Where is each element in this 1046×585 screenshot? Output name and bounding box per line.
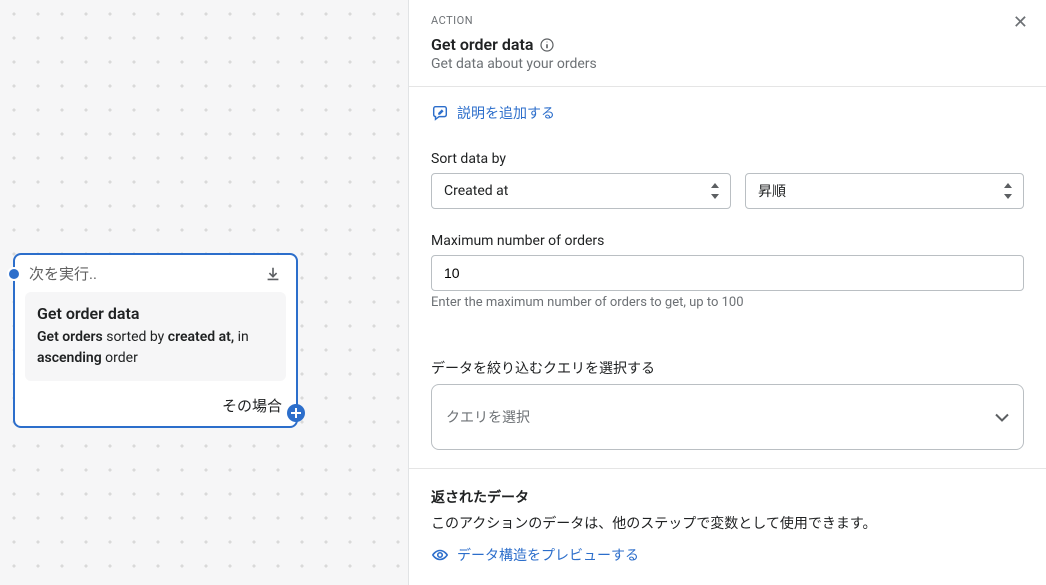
returned-description: このアクションのデータは、他のステップで変数として使用できます。 [431,513,1024,533]
panel-header: ACTION Get order data Get data about you… [409,0,1046,86]
panel-subtitle: Get data about your orders [431,56,1024,72]
node-title: Get order data [37,304,274,323]
download-icon[interactable] [264,265,282,283]
preview-link-label: データ構造をプレビューする [457,545,639,565]
max-label: Maximum number of orders [431,233,1024,249]
node-description: Get orders sorted by created at, in asce… [37,327,274,369]
preview-structure-link[interactable]: データ構造をプレビューする [431,545,1024,565]
query-section: データを絞り込むクエリを選択する クエリを選択 [409,328,1046,468]
node-header-label: 次を実行.. [29,263,97,284]
panel-title: Get order data [431,35,533,54]
query-label: データを絞り込むクエリを選択する [431,358,1024,378]
add-step-button[interactable] [287,404,305,422]
node-header: 次を実行.. [15,255,296,292]
node-input-port[interactable] [7,267,21,281]
comment-icon [431,104,449,122]
workflow-node[interactable]: 次を実行.. Get order data Get orders sorted … [13,253,298,428]
action-panel: ACTION Get order data Get data about you… [408,0,1046,585]
close-button[interactable]: ✕ [1013,12,1028,33]
query-select[interactable]: クエリを選択 [431,384,1024,450]
workflow-canvas: 次を実行.. Get order data Get orders sorted … [0,0,408,585]
max-help-text: Enter the maximum number of orders to ge… [431,295,1024,310]
sort-field-select[interactable]: Created at [431,173,731,209]
sort-direction-select[interactable]: 昇順 [745,173,1024,209]
info-icon[interactable] [539,37,555,53]
returned-data-section: 返されたデータ このアクションのデータは、他のステップで変数として使用できます。… [409,469,1046,583]
node-footer: その場合 [15,391,296,426]
sort-label: Sort data by [431,151,1024,167]
max-section: Maximum number of orders Enter the maxim… [409,227,1046,328]
panel-type-label: ACTION [431,14,1024,27]
eye-icon [431,546,449,564]
max-orders-input[interactable] [431,255,1024,291]
query-placeholder: クエリを選択 [446,407,530,427]
sort-section: Sort data by Created at 昇順 [409,133,1046,227]
node-body: Get order data Get orders sorted by crea… [25,292,286,381]
chevron-down-icon [995,413,1009,422]
add-description-link[interactable]: 説明を追加する [409,87,1046,133]
add-description-label: 説明を追加する [457,103,555,123]
returned-title: 返されたデータ [431,487,1024,507]
